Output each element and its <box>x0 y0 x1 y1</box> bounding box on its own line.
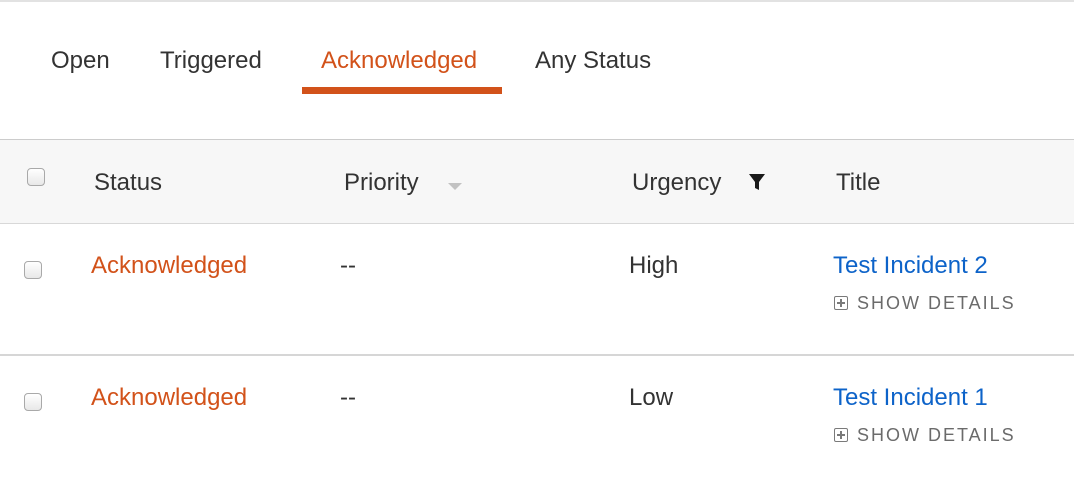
filter-icon[interactable] <box>748 172 766 192</box>
status-tabs: Open Triggered Acknowledged Any Status <box>0 2 1074 96</box>
row-checkbox[interactable] <box>24 393 42 411</box>
show-details-toggle[interactable]: SHOW DETAILS <box>834 291 1016 315</box>
active-tab-indicator <box>302 87 502 94</box>
tab-triggered[interactable]: Triggered <box>160 46 262 76</box>
show-details-label: SHOW DETAILS <box>857 425 1016 445</box>
column-header-urgency[interactable]: Urgency <box>632 168 721 198</box>
priority-value: -- <box>340 384 356 411</box>
table-header: Status Priority Urgency Title <box>0 139 1074 224</box>
row-checkbox[interactable] <box>24 261 42 279</box>
column-header-title[interactable]: Title <box>836 168 880 198</box>
urgency-value: High <box>629 252 679 279</box>
column-header-priority[interactable]: Priority <box>344 168 419 198</box>
select-all-checkbox[interactable] <box>27 168 45 186</box>
sort-down-icon[interactable] <box>448 183 462 190</box>
incident-title-link[interactable]: Test Incident 1 <box>833 383 988 413</box>
tab-open[interactable]: Open <box>51 46 110 76</box>
table-row: Acknowledged -- High Test Incident 2 SHO… <box>0 224 1074 356</box>
show-details-label: SHOW DETAILS <box>857 293 1016 313</box>
incidents-panel: Open Triggered Acknowledged Any Status S… <box>0 0 1074 486</box>
plus-square-icon <box>834 428 848 442</box>
status-value: Acknowledged <box>91 384 248 411</box>
show-details-toggle[interactable]: SHOW DETAILS <box>834 423 1016 447</box>
table-row: Acknowledged -- Low Test Incident 1 SHOW… <box>0 356 1074 486</box>
incident-title-link[interactable]: Test Incident 2 <box>833 251 988 281</box>
tab-any-status[interactable]: Any Status <box>535 46 651 76</box>
status-value: Acknowledged <box>91 252 248 279</box>
plus-square-icon <box>834 296 848 310</box>
priority-value: -- <box>340 252 356 279</box>
urgency-value: Low <box>629 384 674 411</box>
tab-acknowledged[interactable]: Acknowledged <box>321 46 477 76</box>
column-header-status[interactable]: Status <box>94 168 162 198</box>
